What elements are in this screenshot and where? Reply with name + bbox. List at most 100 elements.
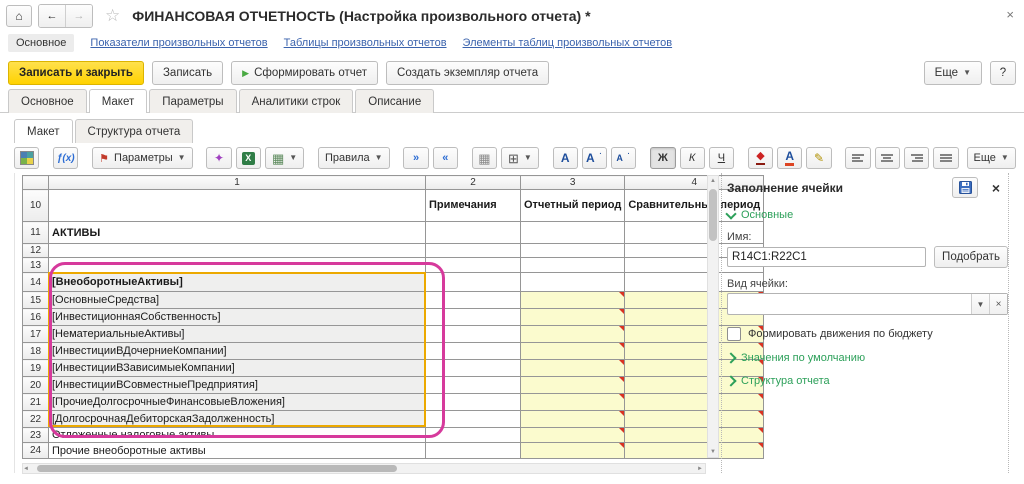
row-header-23[interactable]: 23 bbox=[23, 428, 49, 443]
cell-r13c3[interactable] bbox=[521, 258, 625, 273]
combo-clear-icon[interactable]: × bbox=[989, 294, 1007, 314]
cell-r18c2[interactable] bbox=[426, 343, 521, 360]
cell-r23c2[interactable] bbox=[426, 428, 521, 443]
row-header-22[interactable]: 22 bbox=[23, 411, 49, 428]
tab-description[interactable]: Описание bbox=[355, 89, 434, 113]
refresh-layout-button[interactable] bbox=[14, 147, 39, 169]
rules-button[interactable]: Правила ▼ bbox=[318, 147, 390, 169]
horizontal-scroll-thumb[interactable] bbox=[37, 465, 397, 472]
italic-button[interactable]: К bbox=[680, 147, 705, 169]
row-header-19[interactable]: 19 bbox=[23, 360, 49, 377]
collapse-all-button[interactable]: « bbox=[433, 147, 458, 169]
back-button[interactable]: ← bbox=[39, 5, 65, 27]
cell-kind-combobox[interactable]: ▼ × bbox=[727, 293, 1008, 315]
parameters-button[interactable]: ⚑ Параметры ▼ bbox=[92, 147, 192, 169]
cell-r23c3[interactable] bbox=[521, 428, 625, 443]
cell-r16c2[interactable] bbox=[426, 309, 521, 326]
cell-r15c1[interactable]: [ОсновныеСредства] bbox=[49, 292, 426, 309]
font-increase-button[interactable]: А· bbox=[582, 147, 607, 169]
col-header-1[interactable]: 1 bbox=[49, 176, 426, 190]
cell-r16c3[interactable] bbox=[521, 309, 625, 326]
row-header-20[interactable]: 20 bbox=[23, 377, 49, 394]
cell-r18c3[interactable] bbox=[521, 343, 625, 360]
tab-parameters[interactable]: Параметры bbox=[149, 89, 236, 113]
cell-r24c1[interactable]: Прочие внеоборотные активы bbox=[49, 443, 426, 459]
corner-cell[interactable] bbox=[23, 176, 49, 190]
row-header-24[interactable]: 24 bbox=[23, 443, 49, 459]
forward-button[interactable]: → bbox=[65, 5, 92, 27]
cell-r24c4[interactable] bbox=[625, 443, 764, 459]
cell-r17c2[interactable] bbox=[426, 326, 521, 343]
section-defaults[interactable]: Значения по умолчанию bbox=[727, 352, 1008, 364]
cell-r17c1[interactable]: [НематериальныеАктивы] bbox=[49, 326, 426, 343]
generate-report-button[interactable]: ▶ Сформировать отчет bbox=[231, 61, 378, 85]
cell-r14c3[interactable] bbox=[521, 273, 625, 292]
align-right-button[interactable] bbox=[904, 147, 929, 169]
row-header-16[interactable]: 16 bbox=[23, 309, 49, 326]
cell-r19c3[interactable] bbox=[521, 360, 625, 377]
subtab-layout[interactable]: Макет bbox=[14, 119, 73, 143]
underline-button[interactable]: Ч bbox=[709, 147, 734, 169]
horizontal-scrollbar[interactable]: ◄ ► bbox=[22, 463, 706, 474]
cell-r10c2[interactable]: Примечания bbox=[426, 190, 521, 222]
nav-link-indicators[interactable]: Показатели произвольных отчетов bbox=[90, 37, 267, 49]
cell-r24c2[interactable] bbox=[426, 443, 521, 459]
save-and-close-button[interactable]: Записать и закрыть bbox=[8, 61, 144, 85]
cell-r22c4[interactable] bbox=[625, 411, 764, 428]
budget-checkbox[interactable] bbox=[727, 327, 741, 341]
cell-r11c1[interactable]: АКТИВЫ bbox=[49, 222, 426, 244]
cell-r12c2[interactable] bbox=[426, 244, 521, 258]
cell-r10c1[interactable] bbox=[49, 190, 426, 222]
align-justify-button[interactable] bbox=[933, 147, 958, 169]
row-header-10[interactable]: 10 bbox=[23, 190, 49, 222]
expand-all-button[interactable]: » bbox=[403, 147, 428, 169]
row-header-17[interactable]: 17 bbox=[23, 326, 49, 343]
cell-r22c1[interactable]: [ДолгосрочнаяДебиторскаяЗадолженность] bbox=[49, 411, 426, 428]
favorite-star-icon[interactable]: ☆ bbox=[105, 6, 120, 26]
nav-link-tables[interactable]: Таблицы произвольных отчетов bbox=[284, 37, 447, 49]
scroll-right-icon[interactable]: ► bbox=[697, 464, 703, 474]
tab-main[interactable]: Основное bbox=[8, 89, 87, 113]
row-header-11[interactable]: 11 bbox=[23, 222, 49, 244]
autofill-wand-button[interactable]: ✦ bbox=[206, 147, 231, 169]
row-header-12[interactable]: 12 bbox=[23, 244, 49, 258]
cell-r21c1[interactable]: [ПрочиеДолгосрочныеФинансовыеВложения] bbox=[49, 394, 426, 411]
cell-r13c2[interactable] bbox=[426, 258, 521, 273]
cell-r20c1[interactable]: [ИнвестицииВСовместныеПредприятия] bbox=[49, 377, 426, 394]
save-button[interactable]: Записать bbox=[152, 61, 223, 85]
cell-r20c3[interactable] bbox=[521, 377, 625, 394]
panel-close-icon[interactable]: × bbox=[984, 177, 1008, 198]
window-close-icon[interactable]: × bbox=[1006, 8, 1014, 21]
align-center-button[interactable] bbox=[875, 147, 900, 169]
cell-r10c3[interactable]: Отчетный период bbox=[521, 190, 625, 222]
cell-r11c2[interactable] bbox=[426, 222, 521, 244]
excel-button[interactable]: X bbox=[236, 147, 261, 169]
scroll-down-icon[interactable]: ▼ bbox=[710, 447, 716, 457]
tab-layout[interactable]: Макет bbox=[89, 89, 148, 113]
nav-item-main[interactable]: Основное bbox=[8, 34, 74, 52]
col-header-2[interactable]: 2 bbox=[426, 176, 521, 190]
cell-r20c2[interactable] bbox=[426, 377, 521, 394]
section-report-structure[interactable]: Структура отчета bbox=[727, 375, 1008, 387]
toolbar-more-button[interactable]: Еще ▼ bbox=[967, 147, 1016, 169]
row-header-15[interactable]: 15 bbox=[23, 292, 49, 309]
cell-r16c1[interactable]: [ИнвестиционнаяСобственность] bbox=[49, 309, 426, 326]
nav-link-table-elements[interactable]: Элементы таблиц произвольных отчетов bbox=[463, 37, 673, 49]
cell-r12c1[interactable] bbox=[49, 244, 426, 258]
pick-button[interactable]: Подобрать bbox=[934, 246, 1008, 268]
combo-dropdown-icon[interactable]: ▼ bbox=[971, 294, 989, 314]
panel-save-button[interactable] bbox=[952, 177, 978, 198]
row-header-21[interactable]: 21 bbox=[23, 394, 49, 411]
cell-r23c1[interactable]: Отложенные налоговые активы bbox=[49, 428, 426, 443]
text-color-button[interactable]: А bbox=[777, 147, 802, 169]
cell-r15c3[interactable] bbox=[521, 292, 625, 309]
cell-r22c3[interactable] bbox=[521, 411, 625, 428]
cell-r14c1[interactable]: [ВнеоборотныеАктивы] bbox=[49, 273, 426, 292]
col-header-3[interactable]: 3 bbox=[521, 176, 625, 190]
fill-color-button[interactable]: ◆ bbox=[748, 147, 773, 169]
cell-r21c2[interactable] bbox=[426, 394, 521, 411]
cell-r21c4[interactable] bbox=[625, 394, 764, 411]
cell-r19c1[interactable]: [ИнвестицииВЗависимыеКомпании] bbox=[49, 360, 426, 377]
borders-button[interactable]: ⊞ ▼ bbox=[501, 147, 539, 169]
pencil-button[interactable]: ✎ bbox=[806, 147, 831, 169]
